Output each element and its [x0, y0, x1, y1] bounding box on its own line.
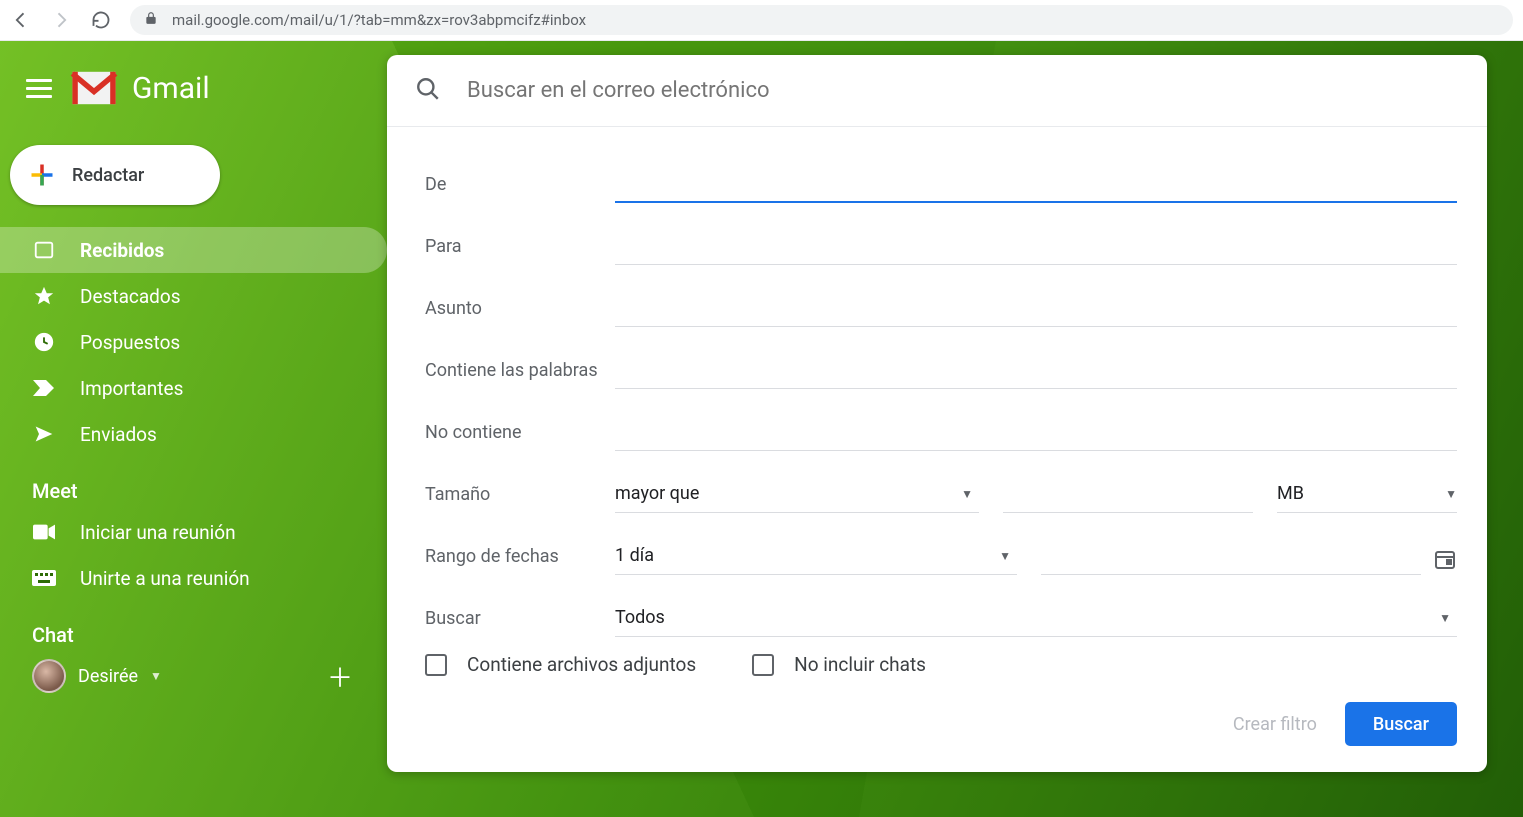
size-unit-value: MB	[1277, 483, 1304, 504]
date-field[interactable]	[1041, 537, 1421, 575]
exclude-chats-label: No incluir chats	[794, 653, 926, 676]
to-field[interactable]	[615, 231, 1457, 265]
has-words-label: Contiene las palabras	[425, 360, 615, 389]
meet-section-title: Meet	[0, 457, 387, 509]
has-attachment-label: Contiene archivos adjuntos	[467, 653, 696, 676]
create-filter-button[interactable]: Crear filtro	[1233, 714, 1317, 735]
app-name: Gmail	[132, 71, 210, 106]
sidebar-item-inbox[interactable]: Recibidos	[0, 227, 387, 273]
chat-section-title: Chat	[0, 601, 387, 653]
size-value-field[interactable]	[1003, 475, 1253, 513]
meet-list: Iniciar una reunión Unirte a una reunión	[0, 509, 387, 601]
chat-user-name: Desirée	[78, 666, 138, 687]
chevron-down-icon: ▼	[1445, 487, 1457, 501]
checkbox-icon	[752, 654, 774, 676]
keyboard-icon	[32, 566, 56, 590]
meet-item-label: Unirte a una reunión	[80, 567, 250, 590]
from-field[interactable]	[615, 169, 1457, 203]
sidebar-item-starred[interactable]: Destacados	[0, 273, 387, 319]
chevron-down-icon: ▼	[961, 487, 973, 501]
meet-join[interactable]: Unirte a una reunión	[0, 555, 387, 601]
search-button[interactable]: Buscar	[1345, 702, 1457, 746]
new-chat-icon[interactable]: ＋	[327, 658, 353, 695]
sidebar-item-label: Enviados	[80, 423, 157, 446]
sidebar-item-snoozed[interactable]: Pospuestos	[0, 319, 387, 365]
search-panel: De Para Asunto Contiene las palabras No …	[387, 55, 1487, 772]
search-row	[387, 55, 1487, 127]
compose-button[interactable]: Redactar	[10, 145, 220, 205]
meet-item-label: Iniciar una reunión	[80, 521, 236, 544]
importance-icon	[32, 376, 56, 400]
size-label: Tamaño	[425, 484, 615, 513]
gmail-logo[interactable]: Gmail	[70, 70, 210, 106]
checkbox-icon	[425, 654, 447, 676]
advanced-search-form: De Para Asunto Contiene las palabras No …	[387, 127, 1487, 772]
search-in-value: Todos	[615, 607, 665, 628]
search-in-select[interactable]: Todos ▼	[615, 599, 1457, 637]
nav-reload-icon[interactable]	[90, 9, 112, 31]
not-has-field[interactable]	[615, 417, 1457, 451]
subject-field[interactable]	[615, 293, 1457, 327]
chat-user[interactable]: Desirée ▼	[32, 659, 162, 693]
sidebar: Gmail Redactar Recibidos Destacados	[0, 41, 387, 817]
date-range-select[interactable]: 1 día ▼	[615, 537, 1017, 575]
url-text: mail.google.com/mail/u/1/?tab=mm&zx=rov3…	[172, 11, 586, 29]
search-icon[interactable]	[415, 76, 441, 106]
size-operator-value: mayor que	[615, 483, 699, 504]
search-input[interactable]	[467, 78, 1459, 103]
calendar-icon[interactable]	[1433, 547, 1457, 575]
sidebar-item-label: Importantes	[80, 377, 183, 400]
subject-label: Asunto	[425, 298, 615, 327]
sidebar-item-label: Destacados	[80, 285, 181, 308]
from-label: De	[425, 174, 615, 203]
video-icon	[32, 520, 56, 544]
gmail-app: Gmail Redactar Recibidos Destacados	[0, 41, 1523, 817]
nav-forward-icon[interactable]	[50, 9, 72, 31]
clock-icon	[32, 330, 56, 354]
menu-icon[interactable]	[26, 74, 52, 103]
has-attachment-checkbox[interactable]: Contiene archivos adjuntos	[425, 653, 696, 676]
sidebar-item-label: Pospuestos	[80, 331, 180, 354]
browser-toolbar: mail.google.com/mail/u/1/?tab=mm&zx=rov3…	[0, 0, 1523, 41]
compose-label: Redactar	[72, 165, 144, 186]
chevron-down-icon: ▼	[1439, 611, 1451, 625]
chevron-down-icon: ▼	[999, 549, 1011, 563]
chevron-down-icon: ▼	[150, 669, 162, 683]
exclude-chats-checkbox[interactable]: No incluir chats	[752, 653, 926, 676]
has-words-field[interactable]	[615, 355, 1457, 389]
plus-icon	[28, 161, 56, 189]
gmail-envelope-icon	[70, 70, 118, 106]
search-in-label: Buscar	[425, 608, 615, 637]
date-range-value: 1 día	[615, 545, 654, 566]
date-range-label: Rango de fechas	[425, 546, 615, 575]
send-icon	[32, 422, 56, 446]
sidebar-item-label: Recibidos	[80, 239, 164, 262]
not-has-label: No contiene	[425, 422, 615, 451]
url-bar[interactable]: mail.google.com/mail/u/1/?tab=mm&zx=rov3…	[130, 5, 1513, 35]
lock-icon	[144, 11, 158, 29]
avatar	[32, 659, 66, 693]
sidebar-item-important[interactable]: Importantes	[0, 365, 387, 411]
to-label: Para	[425, 236, 615, 265]
inbox-icon	[32, 238, 56, 262]
meet-start[interactable]: Iniciar una reunión	[0, 509, 387, 555]
star-icon	[32, 284, 56, 308]
nav-list: Recibidos Destacados Pospuestos Importan…	[0, 227, 387, 457]
size-operator-select[interactable]: mayor que ▼	[615, 475, 979, 513]
size-unit-select[interactable]: MB ▼	[1277, 475, 1457, 513]
chat-row: Desirée ▼ ＋	[0, 653, 387, 699]
nav-back-icon[interactable]	[10, 9, 32, 31]
sidebar-item-sent[interactable]: Enviados	[0, 411, 387, 457]
